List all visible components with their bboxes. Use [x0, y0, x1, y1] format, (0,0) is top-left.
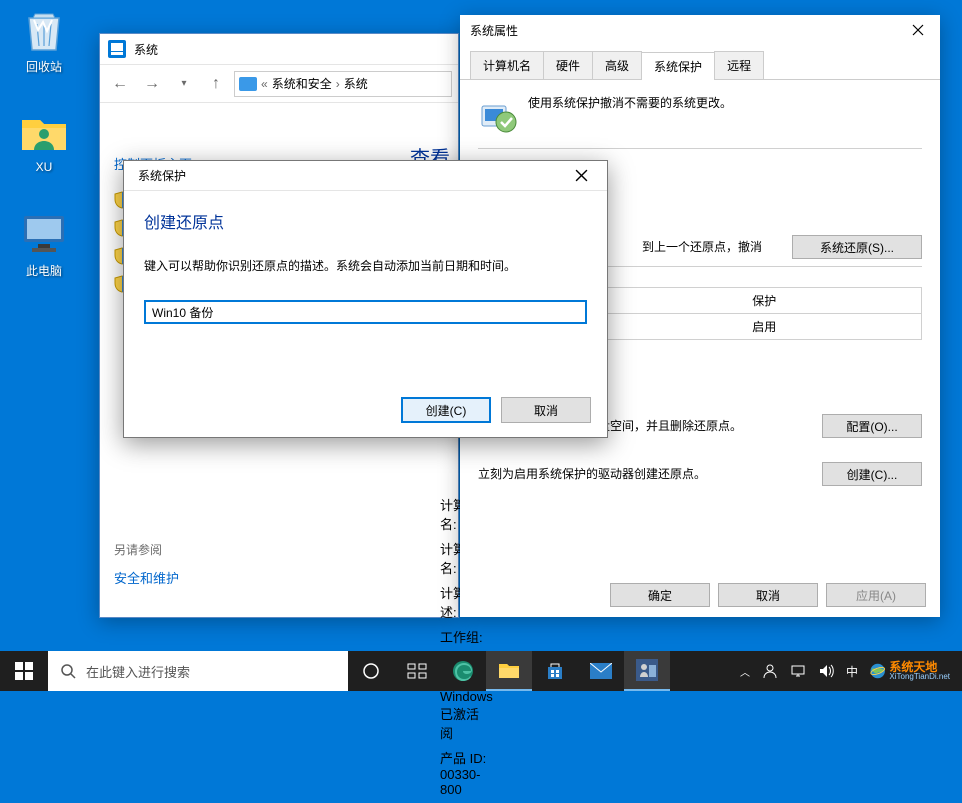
dialog-body: 创建还原点 键入可以帮助你识别还原点的描述。系统会自动添加当前日期和时间。: [124, 191, 607, 342]
system-titlebar[interactable]: 系统: [100, 34, 458, 65]
nav-back-icon[interactable]: ←: [106, 70, 134, 98]
taskbar-tray: ︿ 中 系统天地 XiTongTianDi.net: [730, 653, 962, 689]
cortana-icon[interactable]: [348, 651, 394, 691]
dialog-create-button[interactable]: 创建(C): [401, 397, 491, 423]
props-tabs: 计算机名 硬件 高级 系统保护 远程: [460, 51, 940, 80]
bc-sep2: ›: [336, 77, 340, 91]
watermark-logo: 系统天地 XiTongTianDi.net: [870, 653, 950, 689]
create-text: 立刻为启用系统保护的驱动器创建还原点。: [478, 465, 812, 483]
search-placeholder: 在此键入进行搜索: [86, 662, 190, 681]
nav-up-icon[interactable]: ↑: [202, 70, 230, 98]
desktop-label-thispc: 此电脑: [26, 264, 62, 278]
props-titlebar[interactable]: 系统属性: [460, 15, 940, 45]
tray-chevron-icon[interactable]: ︿: [740, 664, 750, 679]
ime-indicator[interactable]: 中: [846, 663, 858, 680]
desktop-label-recycle: 回收站: [26, 60, 62, 74]
desktop-icon-thispc[interactable]: 此电脑: [6, 210, 82, 279]
search-icon: [60, 663, 76, 679]
close-icon: [912, 24, 924, 36]
edge-icon[interactable]: [440, 651, 486, 691]
breadcrumb-icon: [239, 77, 257, 91]
see-also-label: 另请参阅: [114, 541, 179, 558]
breadcrumb[interactable]: « 系统和安全 › 系统: [234, 71, 452, 97]
tab-system-protection[interactable]: 系统保护: [641, 52, 715, 80]
dialog-footer: 创建(C) 取消: [401, 397, 591, 423]
taskbar-app-icon[interactable]: [624, 651, 670, 691]
folder-user-icon: [20, 108, 68, 156]
restore-icon: [478, 94, 518, 134]
col-protection: 保护: [744, 288, 921, 314]
nav-forward-icon[interactable]: →: [138, 70, 166, 98]
restore-text: 到上一个还原点，撤消: [642, 238, 782, 256]
props-close-button[interactable]: [900, 19, 936, 41]
info-workgroup: 工作组:: [440, 627, 493, 646]
protection-cell: 启用: [744, 314, 921, 340]
explorer-icon[interactable]: [486, 651, 532, 691]
taskbar: 在此键入进行搜索 ︿ 中 系统天地 XiTongTianDi.net: [0, 651, 962, 691]
tray-network-icon[interactable]: [790, 663, 806, 679]
desktop-icon-xu[interactable]: XU: [6, 108, 82, 174]
tab-advanced[interactable]: 高级: [592, 51, 642, 79]
windows-icon: [15, 662, 33, 680]
activation-text: Windows 已激活 阅: [440, 689, 493, 742]
system-restore-button[interactable]: 系统还原(S)...: [792, 235, 922, 259]
tray-volume-icon[interactable]: [818, 663, 834, 679]
product-id: 产品 ID: 00330-800: [440, 748, 493, 797]
tab-computer-name[interactable]: 计算机名: [470, 51, 544, 79]
configure-button[interactable]: 配置(O)...: [822, 414, 922, 438]
mail-icon[interactable]: [578, 651, 624, 691]
nav-dropdown-icon[interactable]: ▾: [170, 70, 198, 98]
desktop-label-xu: XU: [36, 160, 53, 174]
see-also-link[interactable]: 安全和维护: [114, 568, 179, 587]
dialog-heading: 创建还原点: [144, 209, 587, 233]
bc-sep1: «: [261, 77, 268, 91]
system-window-title: 系统: [134, 41, 158, 58]
start-button[interactable]: [0, 651, 48, 691]
props-header-text: 使用系统保护撤消不需要的系统更改。: [528, 94, 732, 111]
cancel-button[interactable]: 取消: [718, 583, 818, 607]
ok-button[interactable]: 确定: [610, 583, 710, 607]
dialog-cancel-button[interactable]: 取消: [501, 397, 591, 423]
tab-remote[interactable]: 远程: [714, 51, 764, 79]
breadcrumb-part1[interactable]: 系统和安全: [272, 75, 332, 92]
taskbar-search[interactable]: 在此键入进行搜索: [48, 651, 348, 691]
see-also-panel: 另请参阅 安全和维护: [114, 541, 179, 587]
logo-text-bottom: XiTongTianDi.net: [889, 673, 950, 681]
tray-people-icon[interactable]: [762, 663, 778, 679]
create-restore-point-dialog: 系统保护 创建还原点 键入可以帮助你识别还原点的描述。系统会自动添加当前日期和时…: [123, 160, 608, 438]
props-footer: 确定 取消 应用(A): [610, 583, 926, 607]
restore-point-name-input[interactable]: [144, 300, 587, 324]
tab-hardware[interactable]: 硬件: [543, 51, 593, 79]
pc-icon: [20, 210, 68, 258]
store-icon[interactable]: [532, 651, 578, 691]
apply-button[interactable]: 应用(A): [826, 583, 926, 607]
dialog-titlebar[interactable]: 系统保护: [124, 161, 607, 191]
recycle-bin-icon: [20, 6, 68, 54]
taskbar-icons: [348, 651, 670, 691]
close-icon: [575, 169, 588, 182]
system-window-icon: [108, 40, 126, 58]
nav-row: ← → ▾ ↑ « 系统和安全 › 系统: [100, 65, 458, 103]
breadcrumb-part2[interactable]: 系统: [344, 75, 368, 92]
globe-icon: [870, 654, 885, 688]
desktop-icon-recycle[interactable]: 回收站: [6, 6, 82, 75]
task-view-icon[interactable]: [394, 651, 440, 691]
dialog-close-button[interactable]: [561, 162, 601, 190]
create-restore-point-button[interactable]: 创建(C)...: [822, 462, 922, 486]
props-title: 系统属性: [470, 22, 518, 39]
dialog-text: 键入可以帮助你识别还原点的描述。系统会自动添加当前日期和时间。: [144, 257, 587, 274]
dialog-title: 系统保护: [138, 167, 186, 184]
